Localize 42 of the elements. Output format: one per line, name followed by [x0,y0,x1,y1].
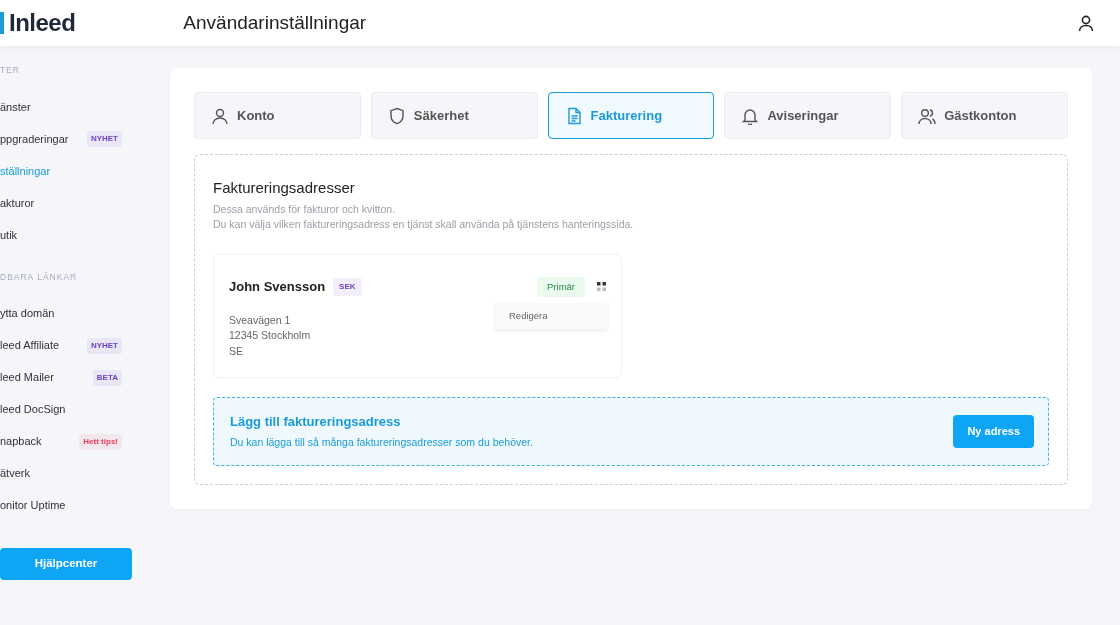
currency-tag: SEK [333,277,362,296]
user-icon[interactable] [1078,14,1094,32]
address-line: 12345 Stockholm [229,328,311,344]
sidebar-item[interactable]: ytta domän [0,297,142,330]
logo[interactable]: Inleed [9,5,76,41]
badge: BETA [92,369,122,386]
sidebar-item[interactable]: ppgraderingar NYHET [0,122,142,155]
badge: Hett tips! [79,433,122,450]
logo-icon [0,12,4,34]
people-icon [918,106,937,125]
sidebar-item[interactable]: änster [0,90,142,123]
tab[interactable]: Aviseringar [724,92,892,139]
bell-icon [741,106,760,125]
add-title: Lägg till faktureringsadress [230,413,402,432]
tab[interactable]: Gästkonton [901,92,1068,139]
tab[interactable]: Säkerhet [370,92,538,139]
tab[interactable]: Konto [194,92,361,139]
badge: NYHET [86,337,122,354]
sidebar-item[interactable]: leed Mailer BETA [0,361,142,394]
sidebar-item[interactable]: leed Affiliate NYHET [0,329,142,362]
address-name: John Svensson [229,277,326,296]
menu-icon[interactable] [597,282,606,292]
status-tag: Primär [537,276,585,297]
page-title: Användarinställningar [183,10,367,35]
address-line: SE [229,343,243,359]
sidebar-item[interactable]: onitor Uptime [0,489,142,522]
sidebar-item[interactable]: ätverk [0,457,142,490]
shield-icon [387,106,406,125]
sidebar-item[interactable]: leed DocSign [0,393,142,426]
section-heading: DBARA LÄNKAR [0,270,79,284]
person-icon [211,106,229,125]
add-text: Du kan lägga till så många faktureringsadresser som du behöver. [230,434,533,450]
sidebar-item[interactable]: utik [0,218,142,251]
menu-item[interactable]: Redigera [509,308,593,323]
description-text: Dessa används för fakturor och kvitton. [213,201,397,217]
sidebar-item[interactable]: akturor [0,186,142,219]
address-line: Sveavägen 1 [229,312,291,328]
section-title: Faktureringsadresser [213,178,356,198]
section-heading: TER [0,64,21,77]
sidebar-item[interactable]: napback Hett tips! [0,425,142,458]
description-text: Du kan välja vilken faktureringsadress en tjänst skall använda på tjänstens hanteringssida. [213,216,635,232]
badge: NYHET [86,130,122,147]
